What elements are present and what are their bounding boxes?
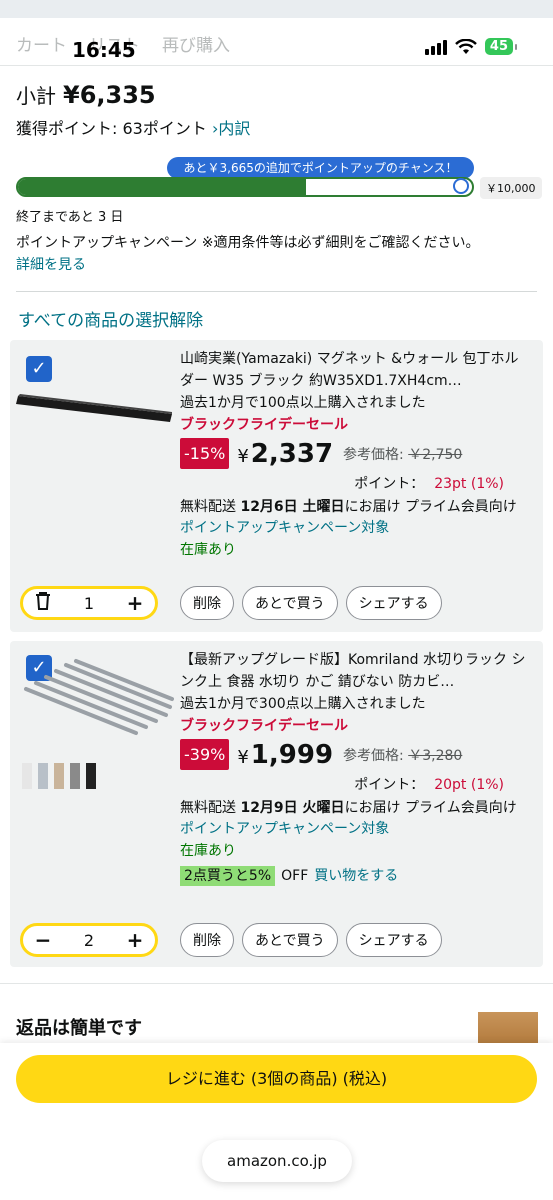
deselect-all-link[interactable]: すべての商品の選択解除 — [18, 306, 203, 331]
cart-item: ✓ 【最新アップグレード版】Komriland 水切りラック シンク上 食器 水… — [10, 641, 543, 967]
item-info: 山崎実業(Yamazaki) マグネット &ウォール 包丁ホルダー W35 ブラ… — [180, 348, 532, 561]
progress-marker — [453, 178, 469, 194]
bought-count: 過去1か月で100点以上購入されました — [180, 395, 426, 411]
ref-price-value: ￥3,280 — [408, 747, 463, 764]
product-title[interactable]: 【最新アップグレード版】Komriland 水切りラック シンク上 食器 水切り… — [180, 649, 532, 693]
price-row: -39% ¥1,999 参考価格: ￥3,280 — [180, 739, 532, 770]
price-row: -15% ¥2,337 参考価格: ￥2,750 — [180, 438, 532, 469]
nav-cart[interactable]: カート — [16, 31, 67, 56]
box-image — [478, 1012, 538, 1046]
price-value: 1,999 — [250, 739, 334, 770]
returns-title: 返品は簡単です — [16, 1018, 142, 1039]
divider — [16, 291, 537, 292]
product-image[interactable] — [16, 390, 174, 426]
progress-callout: あと￥3,665の追加でポイントアップのチャンス！ — [167, 157, 474, 184]
battery-indicator: 45 — [484, 38, 518, 55]
progress-max: ￥10,000 — [480, 177, 542, 199]
promo-offer: 2点買うと5% OFF 買い物をする — [180, 864, 532, 888]
points-value: 20pt (1%) — [434, 777, 504, 793]
nav-buy-again[interactable]: 再び購入 — [162, 31, 230, 56]
delete-button[interactable]: 削除 — [180, 923, 234, 957]
promo-shop-link[interactable]: 買い物をする — [314, 868, 398, 884]
status-bar: カート リスト 再び購入 16:45 45 — [0, 0, 553, 66]
minus-icon[interactable]: − — [33, 928, 53, 952]
sale-label: ブラックフライデーセール — [180, 718, 348, 734]
quantity-value: 2 — [83, 930, 95, 950]
promo-off: OFF — [281, 868, 309, 884]
sale-label: ブラックフライデーセール — [180, 417, 348, 433]
product-image[interactable] — [16, 653, 174, 793]
delivery-date: 12月6日 土曜日 — [240, 499, 345, 515]
campaign-link[interactable]: ポイントアップキャンペーン対象 — [180, 517, 532, 539]
quantity-value: 1 — [83, 593, 95, 613]
share-button[interactable]: シェアする — [345, 586, 442, 620]
item-actions: 削除 あとで買う シェアする — [180, 923, 442, 957]
ref-price-value: ￥2,750 — [408, 446, 463, 463]
progress-fill — [18, 179, 306, 195]
item-checkbox[interactable]: ✓ — [26, 356, 52, 382]
points-value: 23pt (1%) — [434, 476, 504, 492]
delivery-date: 12月9日 火曜日 — [240, 800, 345, 816]
item-points: ポイント： 20pt (1%) — [354, 777, 504, 793]
reference-price: 参考価格: ￥2,750 — [343, 446, 463, 463]
delete-button[interactable]: 削除 — [180, 586, 234, 620]
share-button[interactable]: シェアする — [345, 923, 442, 957]
subtotal: 小計 ¥6,335 — [16, 80, 156, 109]
campaign-info: ポイントアップキャンペーン ※適用条件等は必ず細則をご確認ください。 詳細を見る — [16, 232, 536, 276]
signal-icon — [424, 39, 447, 55]
promo-tag: 2点買うと5% — [180, 866, 276, 886]
stock-status: 在庫あり — [180, 542, 236, 558]
item-actions: 削除 あとで買う シェアする — [180, 586, 442, 620]
cart-item: ✓ 山崎実業(Yamazaki) マグネット &ウォール 包丁ホルダー W35 … — [10, 340, 543, 632]
price: ¥1,999 — [237, 739, 334, 770]
subtotal-value: ¥6,335 — [63, 81, 156, 109]
subtotal-label: 小計 — [16, 84, 56, 108]
save-for-later-button[interactable]: あとで買う — [242, 586, 338, 620]
status-icons: 45 — [424, 38, 518, 55]
wifi-icon — [455, 38, 477, 54]
points-earned: 獲得ポイント: 63ポイント — [16, 119, 207, 138]
product-title[interactable]: 山崎実業(Yamazaki) マグネット &ウォール 包丁ホルダー W35 ブラ… — [180, 348, 532, 392]
price-value: 2,337 — [250, 438, 334, 469]
campaign-ends-in: 終了まであと 3 日 — [16, 210, 124, 225]
points-line: 獲得ポイント: 63ポイント ›内訳 — [16, 115, 250, 139]
price: ¥2,337 — [237, 438, 334, 469]
campaign-text: ポイントアップキャンペーン ※適用条件等は必ず細則をご確認ください。 — [16, 235, 480, 251]
campaign-link[interactable]: ポイントアップキャンペーン対象 — [180, 818, 532, 840]
plus-icon[interactable]: + — [125, 928, 145, 952]
details-link[interactable]: 詳細を見る — [16, 254, 536, 276]
quantity-stepper: − 2 + — [20, 923, 158, 957]
top-strip — [0, 0, 553, 18]
points-progress-bar — [16, 177, 474, 197]
breakdown-link[interactable]: ›内訳 — [212, 119, 250, 138]
proceed-to-checkout-button[interactable]: レジに進む (3個の商品) (税込) — [16, 1055, 537, 1103]
delivery-info: 無料配送 12月6日 土曜日にお届け プライム会員向け — [180, 499, 517, 515]
discount-badge: -15% — [180, 438, 230, 469]
item-points: ポイント： 23pt (1%) — [354, 476, 504, 492]
stock-status: 在庫あり — [180, 843, 236, 859]
item-info: 【最新アップグレード版】Komriland 水切りラック シンク上 食器 水切り… — [180, 649, 532, 888]
reference-price: 参考価格: ￥3,280 — [343, 747, 463, 764]
quantity-stepper: 1 + — [20, 586, 158, 620]
clock: 16:45 — [72, 38, 136, 62]
url-pill[interactable]: amazon.co.jp — [202, 1140, 352, 1182]
discount-badge: -39% — [180, 739, 230, 770]
delivery-info: 無料配送 12月9日 火曜日にお届け プライム会員向け — [180, 800, 517, 816]
save-for-later-button[interactable]: あとで買う — [242, 923, 338, 957]
bought-count: 過去1か月で300点以上購入されました — [180, 696, 426, 712]
trash-icon[interactable] — [33, 591, 53, 615]
plus-icon[interactable]: + — [125, 591, 145, 615]
